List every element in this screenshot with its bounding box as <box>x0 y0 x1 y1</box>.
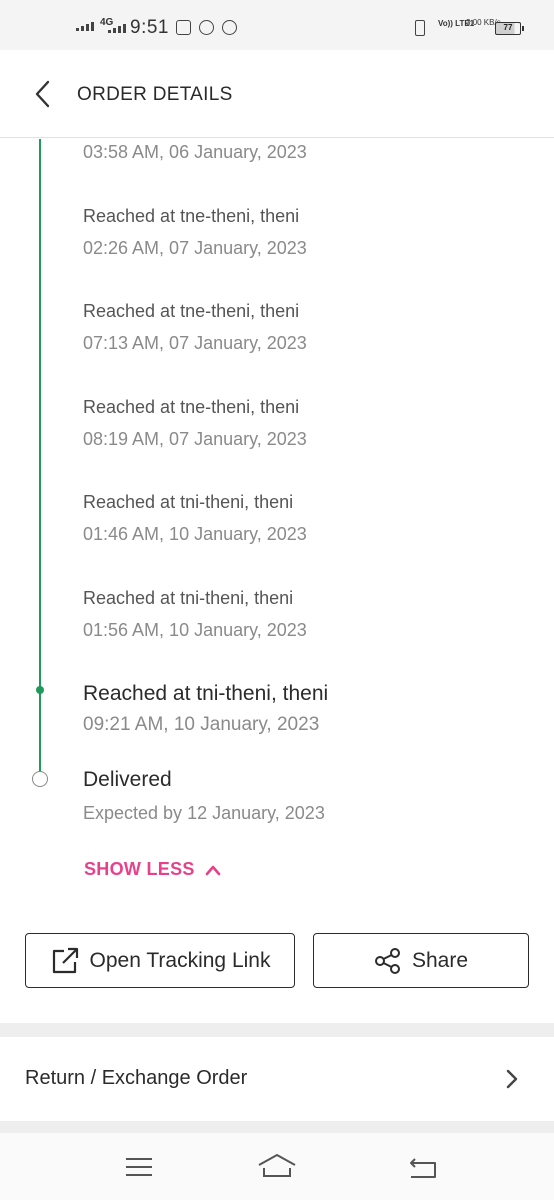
chevron-right-icon <box>506 1069 518 1089</box>
show-less-button[interactable]: SHOW LESS <box>84 859 221 880</box>
back-nav-button[interactable] <box>403 1151 443 1183</box>
event-title: Reached at tne-theni, theni <box>83 206 300 226</box>
share-label: Share <box>411 948 469 972</box>
timeline-event: Reached at tne-theni, theni 02:26 AM, 07… <box>83 205 307 259</box>
event-title: Reached at tni-theni, theni <box>83 682 329 705</box>
share-button[interactable]: Share <box>313 933 529 988</box>
app-header: ORDER DETAILS <box>0 50 554 138</box>
mail-icon <box>176 20 191 35</box>
back-button[interactable] <box>28 78 60 110</box>
open-tracking-link-button[interactable]: Open Tracking Link <box>25 933 295 988</box>
open-tracking-link-label: Open Tracking Link <box>89 948 271 972</box>
return-exchange-order-row[interactable]: Return / Exchange Order <box>0 1037 554 1121</box>
back-icon <box>410 1158 436 1178</box>
signal-icon <box>76 22 94 31</box>
timeline-event-delivered: Delivered Expected by 12 January, 2023 <box>83 769 325 824</box>
event-time: 01:56 AM, 10 January, 2023 <box>83 620 307 640</box>
event-title: Delivered <box>83 768 172 791</box>
battery-icon: 77 <box>495 22 524 35</box>
timeline-event: Reached at tni-theni, theni 01:46 AM, 10… <box>83 491 307 545</box>
timeline-line <box>39 690 41 772</box>
timeline-line <box>39 139 41 690</box>
page-title: ORDER DETAILS <box>77 84 233 105</box>
timeline-event: Reached at tni-theni, theni 01:56 AM, 10… <box>83 587 307 641</box>
timeline-dot-current <box>36 686 44 694</box>
section-divider <box>0 1121 554 1133</box>
event-time: 08:19 AM, 07 January, 2023 <box>83 429 307 449</box>
signal-icon <box>108 24 126 33</box>
event-time: 09:21 AM, 10 January, 2023 <box>83 714 320 735</box>
event-time: 02:26 AM, 07 January, 2023 <box>83 238 307 258</box>
vibrate-icon <box>415 20 425 36</box>
home-nav-button[interactable] <box>257 1151 297 1183</box>
menu-icon <box>126 1158 152 1176</box>
whatsapp-icon <box>222 20 237 35</box>
menu-nav-button[interactable] <box>119 1151 159 1183</box>
event-title: Reached at tni-theni, theni <box>83 588 294 608</box>
chevron-up-icon <box>205 865 221 875</box>
timeline-dot-pending <box>32 771 48 787</box>
timeline-event: Reached at tne-theni, theni 08:19 AM, 07… <box>83 396 307 450</box>
return-exchange-label: Return / Exchange Order <box>25 1067 248 1089</box>
event-time: 03:58 AM, 06 January, 2023 <box>83 142 307 162</box>
timeline-event-current: Reached at tni-theni, theni 09:21 AM, 10… <box>83 683 328 736</box>
external-link-icon <box>52 947 78 973</box>
clock: 9:51 <box>130 17 169 38</box>
event-time: 07:13 AM, 07 January, 2023 <box>83 333 307 353</box>
show-less-label: SHOW LESS <box>84 859 195 879</box>
event-time: 01:46 AM, 10 January, 2023 <box>83 524 307 544</box>
timeline-event: Reached at tne-theni, theni 07:13 AM, 07… <box>83 300 307 354</box>
event-time: Expected by 12 January, 2023 <box>83 803 325 823</box>
home-icon <box>258 1154 296 1177</box>
event-title: Reached at tni-theni, theni <box>83 492 294 512</box>
section-divider <box>0 1023 554 1037</box>
event-title: Reached at tne-theni, theni <box>83 397 300 417</box>
system-nav-bar <box>0 1133 554 1200</box>
status-bar: 4G 9:51 Vo)) LTE1 3.00 KB/s 77 <box>0 0 554 50</box>
chevron-left-icon <box>35 80 50 108</box>
notification-icon <box>199 20 214 35</box>
share-icon <box>374 947 400 974</box>
event-title: Reached at tne-theni, theni <box>83 301 300 321</box>
